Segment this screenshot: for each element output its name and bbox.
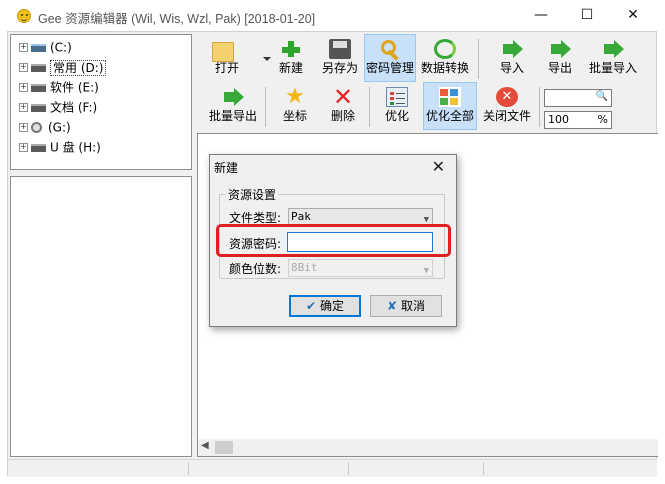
save-icon xyxy=(329,39,351,59)
chevron-down-icon[interactable]: ▼ xyxy=(424,263,429,279)
highlight-box xyxy=(216,224,451,257)
folder-tree[interactable]: + (C:) + 常用 (D:) + 软件 (E:) + 文档 (F:) + (G:) +… xyxy=(10,34,192,170)
status-divider xyxy=(348,462,349,475)
star-icon: ★ xyxy=(285,84,305,109)
drive-icon xyxy=(31,103,46,112)
convert-icon xyxy=(434,39,456,59)
expand-icon[interactable]: + xyxy=(19,83,28,92)
horizontal-scrollbar[interactable]: ◀ xyxy=(198,439,658,456)
toolbar: 打开 新建 另存为 密码管理 数据转换 导入 导出 批量导入 批量导出 ★ 坐标… xyxy=(201,33,656,131)
close-window-button[interactable]: ✕ xyxy=(610,0,656,31)
status-divider xyxy=(483,462,484,475)
drive-icon xyxy=(31,83,46,92)
tree-item-g[interactable]: + (G:) xyxy=(19,118,71,136)
color-depth-label: 颜色位数: xyxy=(229,262,282,276)
status-divider xyxy=(188,462,189,475)
minimize-button[interactable]: — xyxy=(518,0,564,31)
expand-icon[interactable]: + xyxy=(19,63,28,72)
app-smiley-icon xyxy=(17,9,31,23)
group-title: 资源设置 xyxy=(226,186,279,203)
drive-icon xyxy=(31,143,46,152)
optimize-icon xyxy=(386,87,408,107)
toolbar-separator xyxy=(265,87,266,127)
title-bar: Gee 资源编辑器 (Wil, Wis, Wzl, Pak) [2018-01-… xyxy=(0,0,665,31)
password-manage-button[interactable]: 密码管理 xyxy=(364,34,416,82)
network-drive-icon xyxy=(31,43,46,52)
scroll-left-icon[interactable]: ◀ xyxy=(201,440,209,451)
drive-icon xyxy=(31,63,46,72)
new-button[interactable]: 新建 xyxy=(269,35,313,83)
toolbar-separator xyxy=(478,39,479,79)
file-list-pane[interactable] xyxy=(10,176,192,457)
key-icon xyxy=(379,39,401,59)
toolbar-separator xyxy=(539,87,540,127)
ok-button[interactable]: ✔ 确定 xyxy=(289,295,361,317)
expand-icon[interactable]: + xyxy=(19,123,28,132)
cancel-x-icon: ✘ xyxy=(386,299,398,313)
cd-drive-icon xyxy=(31,122,42,133)
expand-icon[interactable]: + xyxy=(19,43,28,52)
window-title: Gee 资源编辑器 (Wil, Wis, Wzl, Pak) [2018-01-… xyxy=(38,12,316,26)
export-arrow-icon xyxy=(549,39,571,59)
batch-export-button[interactable]: 批量导出 xyxy=(205,83,261,131)
optimize-all-icon xyxy=(439,87,461,107)
new-plus-icon xyxy=(280,39,302,59)
expand-icon[interactable]: + xyxy=(19,143,28,152)
status-bar xyxy=(8,459,657,477)
search-input[interactable]: 🔍 xyxy=(544,89,612,107)
magnifier-icon[interactable]: 🔍 xyxy=(596,91,608,102)
delete-button[interactable]: ✕ 删除 xyxy=(321,83,365,131)
save-as-button[interactable]: 另存为 xyxy=(317,35,363,83)
batch-import-arrow-icon xyxy=(602,39,624,59)
toolbar-separator xyxy=(369,87,370,127)
open-button[interactable]: 打开 xyxy=(203,35,271,83)
coordinates-button[interactable]: ★ 坐标 xyxy=(273,83,317,131)
dialog-close-button[interactable]: ✕ xyxy=(432,156,445,178)
cancel-button[interactable]: ✘ 取消 xyxy=(370,295,442,317)
new-dialog: 新建 ✕ 资源设置 文件类型: Pak ▼ 资源密码: 颜色位数: 8Bit ▼… xyxy=(209,154,457,327)
data-convert-button[interactable]: 数据转换 xyxy=(419,35,471,83)
tree-item-e[interactable]: + 软件 (E:) xyxy=(19,78,99,96)
export-button[interactable]: 导出 xyxy=(537,35,583,83)
optimize-button[interactable]: 优化 xyxy=(375,83,419,131)
close-file-button[interactable]: ✕ 关闭文件 xyxy=(479,83,535,131)
optimize-all-button[interactable]: 优化全部 xyxy=(423,82,477,130)
dialog-title: 新建 xyxy=(214,161,239,175)
check-icon: ✔ xyxy=(305,299,317,313)
maximize-button[interactable]: ☐ xyxy=(564,0,610,31)
scroll-thumb[interactable] xyxy=(215,441,233,454)
batch-export-arrow-icon xyxy=(222,87,244,107)
tree-item-f[interactable]: + 文档 (F:) xyxy=(19,98,97,116)
tree-item-h[interactable]: + U 盘 (H:) xyxy=(19,138,101,156)
import-button[interactable]: 导入 xyxy=(489,35,535,83)
zoom-input[interactable]: 100 % xyxy=(544,111,612,129)
folder-open-icon xyxy=(212,42,234,62)
import-arrow-icon xyxy=(501,39,523,59)
close-file-icon: ✕ xyxy=(496,87,518,107)
expand-icon[interactable]: + xyxy=(19,103,28,112)
tree-item-d[interactable]: + 常用 (D:) xyxy=(19,58,107,76)
batch-import-button[interactable]: 批量导入 xyxy=(585,35,641,83)
tree-item-c[interactable]: + (C:) xyxy=(19,38,72,56)
delete-x-icon: ✕ xyxy=(332,83,354,111)
color-depth-select[interactable]: 8Bit ▼ xyxy=(288,259,433,277)
